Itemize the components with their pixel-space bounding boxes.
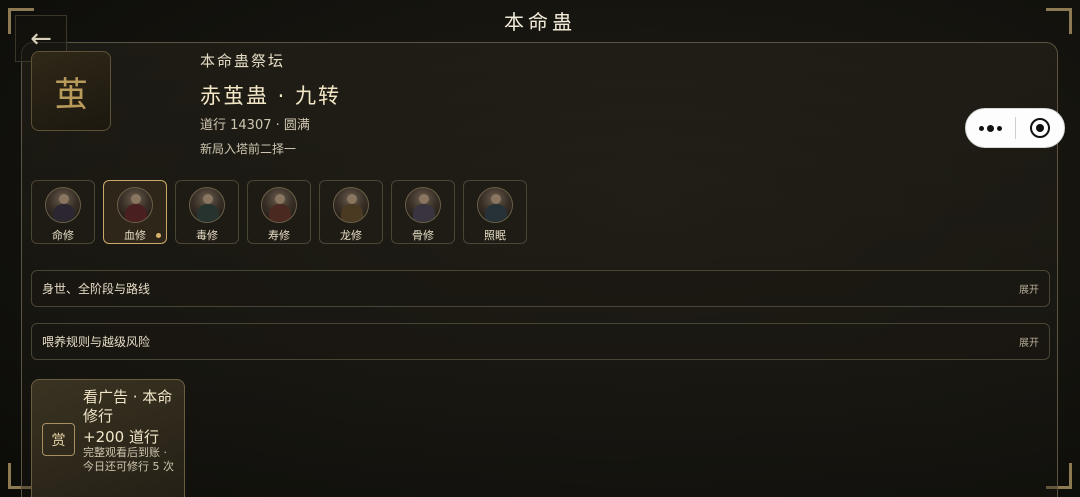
ad-card-note: 完整观看后到账 · 今日还可修行 5 次 bbox=[83, 446, 174, 473]
path-card-duxiu[interactable]: 毒修 bbox=[175, 180, 239, 244]
section-feeding-rules[interactable]: 喂养规则与越级风险 展开 bbox=[31, 323, 1050, 360]
path-card-zhaomian[interactable]: 照眠 bbox=[463, 180, 527, 244]
page-title: 本命蛊 bbox=[504, 10, 576, 34]
reward-badge-icon: 赏 bbox=[42, 423, 75, 456]
path-label: 龙修 bbox=[340, 229, 362, 242]
watch-ad-card[interactable]: 赏 看广告 · 本命修行 +200 道行 完整观看后到账 · 今日还可修行 5 … bbox=[31, 379, 185, 497]
expand-toggle[interactable]: 展开 bbox=[1019, 281, 1039, 296]
cultivation-stat: 道行 14307 · 圆满 bbox=[200, 118, 310, 133]
path-avatar bbox=[261, 187, 297, 223]
target-close-icon[interactable] bbox=[1015, 118, 1064, 138]
path-card-xuexiu[interactable]: 血修 bbox=[103, 180, 167, 244]
path-label: 血修 bbox=[124, 229, 146, 242]
path-label: 寿修 bbox=[268, 229, 290, 242]
cultivation-path-list: 命修 血修 毒修 寿修 龙修 骨修 照眠 bbox=[31, 180, 527, 244]
altar-label: 本命蛊祭坛 bbox=[200, 52, 286, 70]
path-card-longxiu[interactable]: 龙修 bbox=[319, 180, 383, 244]
path-card-guxiu[interactable]: 骨修 bbox=[391, 180, 455, 244]
path-avatar bbox=[405, 187, 441, 223]
path-label: 毒修 bbox=[196, 229, 218, 242]
path-label: 命修 bbox=[52, 229, 74, 242]
path-avatar bbox=[189, 187, 225, 223]
miniprogram-capsule bbox=[965, 108, 1065, 148]
path-avatar bbox=[333, 187, 369, 223]
path-label: 照眠 bbox=[484, 229, 506, 242]
path-card-minghu[interactable]: 命修 bbox=[31, 180, 95, 244]
path-avatar bbox=[477, 187, 513, 223]
expand-toggle[interactable]: 展开 bbox=[1019, 334, 1039, 349]
path-avatar bbox=[117, 187, 153, 223]
selection-note: 新局入塔前二择一 bbox=[200, 142, 297, 156]
ad-card-title: 看广告 · 本命修行 bbox=[83, 388, 173, 425]
selected-indicator-dot bbox=[156, 233, 161, 238]
section-background-route[interactable]: 身世、全阶段与路线 展开 bbox=[31, 270, 1050, 307]
section-title: 喂养规则与越级风险 bbox=[42, 335, 151, 349]
more-dots-icon[interactable] bbox=[966, 124, 1015, 132]
path-card-shouxiu[interactable]: 寿修 bbox=[247, 180, 311, 244]
path-avatar bbox=[45, 187, 81, 223]
section-title: 身世、全阶段与路线 bbox=[42, 282, 151, 296]
gu-name: 赤茧蛊 · 九转 bbox=[200, 84, 342, 108]
gu-seal-emblem: 茧 bbox=[31, 51, 111, 131]
ad-reward-value: +200 道行 bbox=[83, 428, 159, 446]
path-label: 骨修 bbox=[412, 229, 434, 242]
arrow-left-icon: ← bbox=[30, 23, 52, 54]
